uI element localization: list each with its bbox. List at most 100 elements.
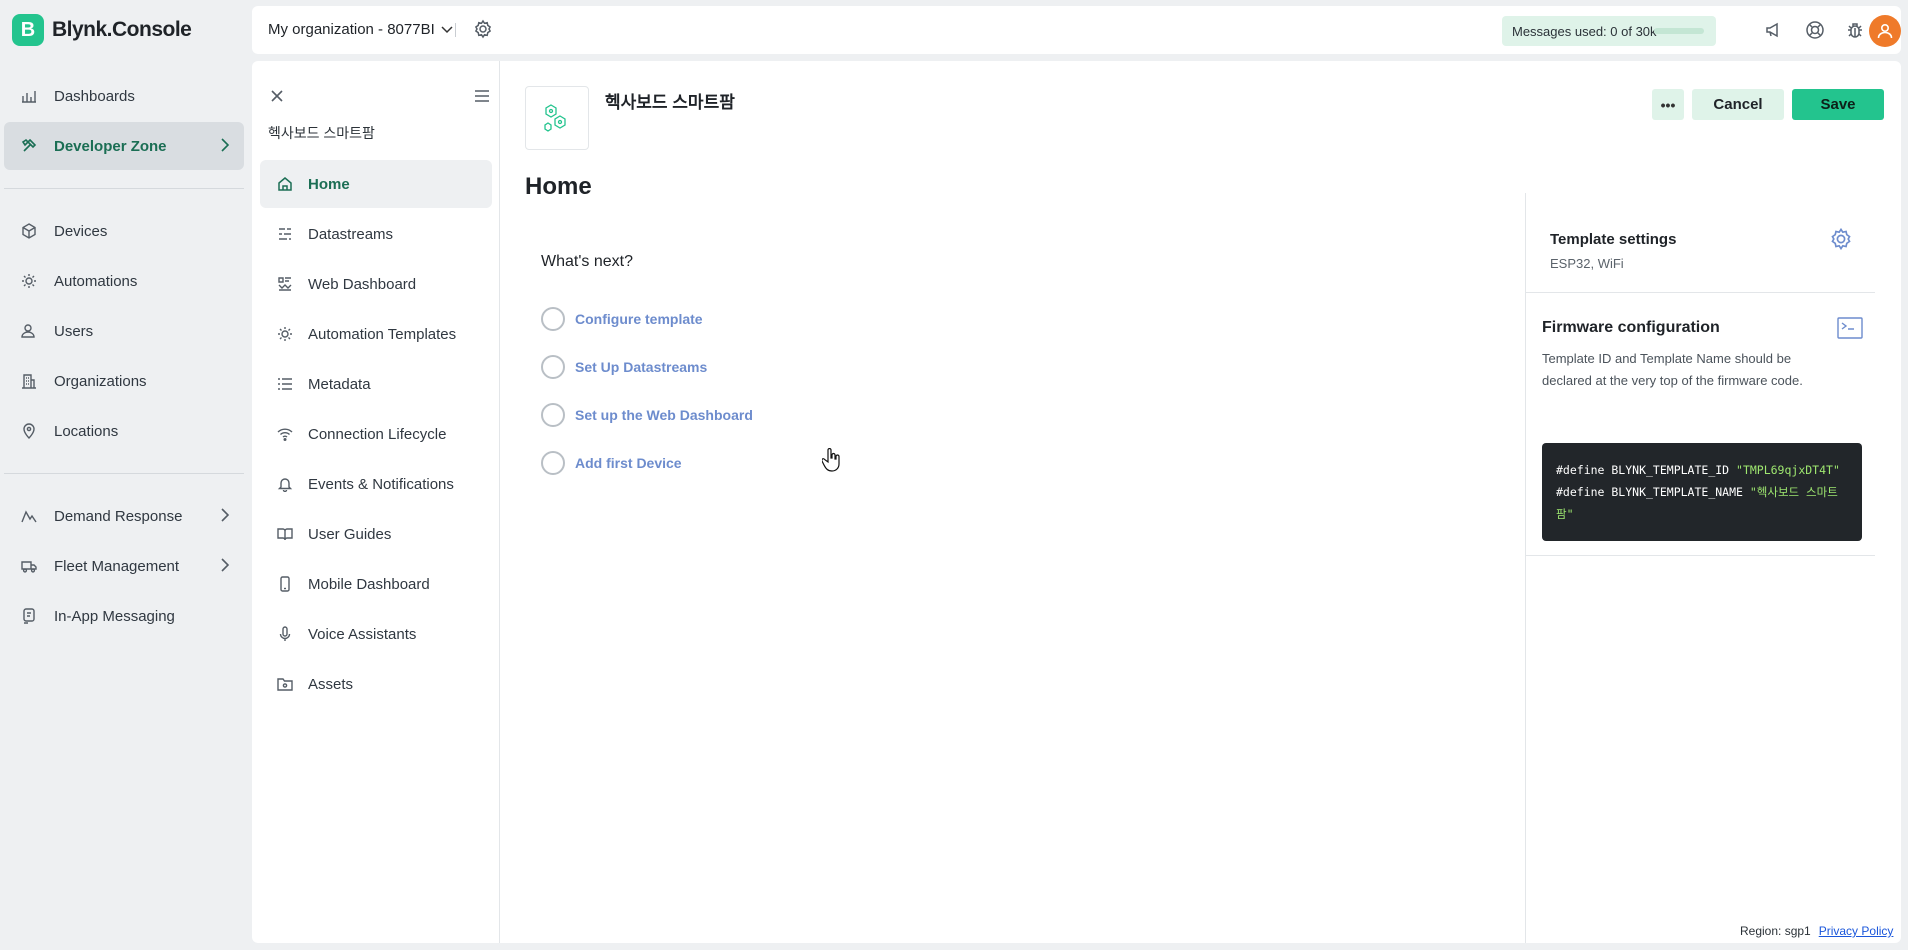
save-button[interactable]: Save — [1792, 89, 1884, 120]
subnav-item-connection-lifecycle[interactable]: Connection Lifecycle — [260, 410, 492, 458]
template-subnav-title: 헥사보드 스마트팜 — [268, 125, 375, 141]
sidebar-item-demand-response[interactable]: Demand Response — [4, 492, 244, 540]
blynk-logo-icon: B — [12, 14, 44, 46]
subnav-item-label: Mobile Dashboard — [308, 575, 430, 593]
firmware-description: Template ID and Template Name should be … — [1542, 351, 1803, 388]
help-lifebuoy-icon[interactable] — [1805, 20, 1825, 45]
subnav-item-events-notifications[interactable]: Events & Notifications — [260, 460, 492, 508]
messages-usage-label: Messages used: 0 of 30k — [1512, 23, 1657, 39]
sidebar-item-label: Locations — [54, 422, 119, 440]
sidebar-item-fleet-management[interactable]: Fleet Management — [4, 542, 244, 590]
messages-usage-badge[interactable]: Messages used: 0 of 30k — [1502, 16, 1716, 46]
bug-icon[interactable] — [1845, 20, 1865, 45]
sidebar-item-organizations[interactable]: Organizations — [4, 357, 244, 405]
content-panel: 헥사보드 스마트팜 Home Datastreams Web Dashboard… — [252, 61, 1901, 943]
code-line-template-name: #define BLYNK_TEMPLATE_NAME "헥사보드 스마트팜" — [1556, 481, 1848, 525]
whats-next-heading: What's next? — [541, 253, 633, 270]
template-title: 헥사보드 스마트팜 — [605, 93, 735, 112]
sidebar-divider — [4, 473, 244, 474]
subnav-item-metadata[interactable]: Metadata — [260, 360, 492, 408]
code-line-template-id: #define BLYNK_TEMPLATE_ID "TMPL69qjxDT4T… — [1556, 459, 1848, 481]
subnav-item-label: Connection Lifecycle — [308, 425, 447, 443]
brand-name: Blynk.Console — [52, 18, 192, 41]
more-options-button[interactable]: ••• — [1652, 89, 1684, 120]
automation-icon — [276, 325, 294, 343]
step-set-up-datastreams[interactable]: Set Up Datastreams — [541, 355, 707, 379]
organization-selector[interactable]: My organization - 8077BI — [268, 21, 453, 38]
template-image[interactable] — [525, 86, 589, 150]
footer: Region: sgp1 Privacy Policy — [1740, 924, 1893, 938]
region-label: Region: sgp1 — [1740, 924, 1811, 938]
cube-icon — [20, 222, 38, 240]
step-label[interactable]: Configure template — [575, 311, 703, 327]
divider — [455, 23, 456, 37]
sidebar-item-dashboards[interactable]: Dashboards — [4, 72, 244, 120]
sidebar-item-label: Developer Zone — [54, 137, 167, 155]
subnav-item-voice-assistants[interactable]: Voice Assistants — [260, 610, 492, 658]
graph-icon — [20, 507, 38, 525]
template-settings-gear-icon[interactable] — [1829, 227, 1853, 256]
subnav-item-mobile-dashboard[interactable]: Mobile Dashboard — [260, 560, 492, 608]
step-set-up-web-dashboard[interactable]: Set up the Web Dashboard — [541, 403, 753, 427]
sidebar-item-locations[interactable]: Locations — [4, 407, 244, 455]
sidebar-item-in-app-messaging[interactable]: In-App Messaging — [4, 592, 244, 640]
organization-settings-gear-icon[interactable] — [473, 19, 493, 44]
hamburger-menu-icon[interactable] — [474, 89, 490, 108]
step-checkbox[interactable] — [541, 403, 565, 427]
web-dashboard-icon — [276, 275, 294, 293]
step-checkbox[interactable] — [541, 355, 565, 379]
step-label[interactable]: Set up the Web Dashboard — [575, 407, 753, 423]
step-label[interactable]: Add first Device — [575, 455, 682, 471]
home-icon — [276, 175, 294, 193]
sidebar-item-label: Organizations — [54, 372, 147, 390]
template-settings-card: Template settings ESP32, WiFi — [1526, 193, 1875, 293]
sidebar-item-users[interactable]: Users — [4, 307, 244, 355]
firmware-code-block[interactable]: #define BLYNK_TEMPLATE_ID "TMPL69qjxDT4T… — [1542, 443, 1862, 541]
tools-icon — [20, 137, 38, 155]
terminal-icon[interactable] — [1837, 317, 1863, 344]
code-string: "TMPL69qjxDT4T" — [1736, 463, 1840, 477]
sidebar-item-label: Dashboards — [54, 87, 135, 105]
subnav-item-home[interactable]: Home — [260, 160, 492, 208]
subnav-item-user-guides[interactable]: User Guides — [260, 510, 492, 558]
dashboard-icon — [20, 87, 38, 105]
user-avatar[interactable] — [1869, 15, 1901, 47]
subnav-item-automation-templates[interactable]: Automation Templates — [260, 310, 492, 358]
cancel-button[interactable]: Cancel — [1692, 89, 1784, 120]
divider — [1526, 555, 1875, 556]
sidebar-item-label: In-App Messaging — [54, 607, 175, 625]
sidebar-item-label: Devices — [54, 222, 108, 240]
sidebar-item-automations[interactable]: Automations — [4, 257, 244, 305]
brand[interactable]: B Blynk.Console — [12, 14, 192, 46]
mobile-icon — [276, 575, 294, 593]
code-keyword: #define BLYNK_TEMPLATE_NAME — [1556, 485, 1750, 499]
close-icon[interactable] — [270, 89, 284, 108]
mic-icon — [276, 625, 294, 643]
subnav-item-assets[interactable]: Assets — [260, 660, 492, 708]
sidebar-item-developer-zone[interactable]: Developer Zone — [4, 122, 244, 170]
chevron-down-icon — [441, 21, 453, 38]
subnav-item-label: Automation Templates — [308, 325, 457, 343]
wifi-icon — [276, 425, 294, 443]
message-icon — [20, 607, 38, 625]
template-info-panel: Template settings ESP32, WiFi Firmware c… — [1525, 193, 1901, 943]
step-checkbox[interactable] — [541, 451, 565, 475]
sidebar-item-label: Users — [54, 322, 94, 340]
chevron-right-icon — [220, 507, 230, 527]
step-configure-template[interactable]: Configure template — [541, 307, 703, 331]
sidebar-item-label: Demand Response — [54, 507, 183, 525]
step-label[interactable]: Set Up Datastreams — [575, 359, 707, 375]
truck-icon — [20, 557, 38, 575]
megaphone-icon[interactable] — [1764, 20, 1784, 45]
pin-icon — [20, 422, 38, 440]
building-icon — [20, 372, 38, 390]
folder-icon — [276, 675, 294, 693]
subnav-item-datastreams[interactable]: Datastreams — [260, 210, 492, 258]
sidebar-item-devices[interactable]: Devices — [4, 207, 244, 255]
privacy-policy-link[interactable]: Privacy Policy — [1819, 924, 1894, 938]
organization-name: My organization - 8077BI — [268, 21, 435, 38]
subnav-item-label: Voice Assistants — [308, 625, 417, 643]
subnav-item-web-dashboard[interactable]: Web Dashboard — [260, 260, 492, 308]
step-add-first-device[interactable]: Add first Device — [541, 451, 682, 475]
step-checkbox[interactable] — [541, 307, 565, 331]
